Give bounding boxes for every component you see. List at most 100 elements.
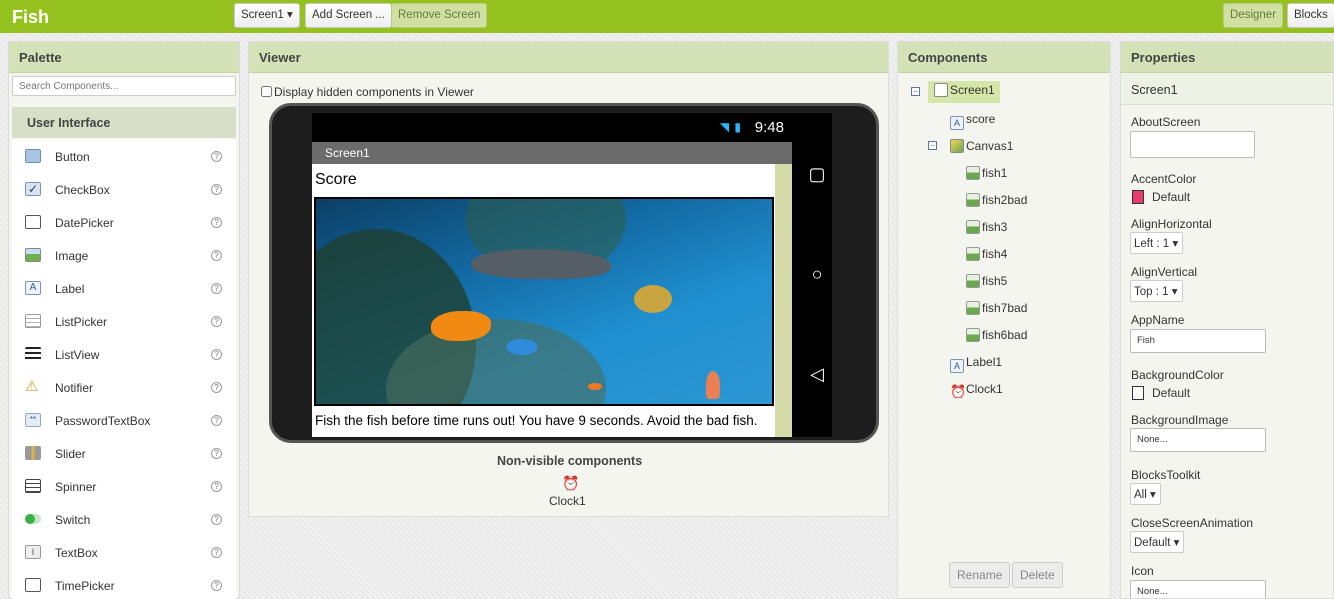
listpicker-icon xyxy=(25,314,41,328)
tree-item-fish6bad[interactable]: fish6bad xyxy=(966,328,1027,350)
rename-button[interactable]: Rename xyxy=(949,562,1011,588)
goldfish-sprite[interactable] xyxy=(431,311,491,341)
canvas1[interactable] xyxy=(314,197,774,406)
palette-item-listpicker[interactable]: ListPicker ? xyxy=(12,304,236,337)
help-icon[interactable]: ? xyxy=(211,580,222,591)
help-icon[interactable]: ? xyxy=(211,349,222,360)
tree-item-label: Canvas1 xyxy=(966,139,1014,153)
tree-item-canvas1[interactable]: Canvas1 xyxy=(950,139,1013,161)
palette-item-passwordtextbox[interactable]: ** PasswordTextBox ? xyxy=(12,403,236,436)
palette-item-label[interactable]: A Label ? xyxy=(12,271,236,304)
add-screen-button[interactable]: Add Screen ... xyxy=(305,3,392,28)
tree-item-fish7bad[interactable]: fish7bad xyxy=(966,301,1027,323)
closescreenanimation-select[interactable]: Default ▾ xyxy=(1130,531,1185,553)
tree-item-label: score xyxy=(966,112,996,126)
palette-item-listview[interactable]: ListView ? xyxy=(12,337,236,370)
status-time: 9:48 xyxy=(754,119,784,136)
components-title: Components xyxy=(898,42,1110,73)
palette-item-textbox[interactable]: I TextBox ? xyxy=(12,535,236,568)
nonvisible-components-title: Non-visible components xyxy=(497,454,643,468)
display-hidden-checkbox[interactable]: Display hidden components in Viewer xyxy=(261,85,474,99)
help-icon[interactable]: ? xyxy=(211,415,222,426)
palette-item-button[interactable]: Button ? xyxy=(12,139,236,172)
jellyfish-sprite[interactable] xyxy=(706,371,720,399)
imagesprite-icon xyxy=(966,193,980,207)
palette-item-label: ListView xyxy=(55,348,100,362)
pufferfish-sprite[interactable] xyxy=(634,285,672,313)
help-icon[interactable]: ? xyxy=(211,547,222,558)
nonvisible-clock-label[interactable]: Clock1 xyxy=(549,494,586,508)
tree-item-fish4[interactable]: fish4 xyxy=(966,247,1007,269)
app-screen-area: Score Fish the fish before time runs out… xyxy=(312,164,792,437)
screen-icon xyxy=(934,83,948,97)
help-icon[interactable]: ? xyxy=(211,151,222,162)
blockstoolkit-select[interactable]: All ▾ xyxy=(1130,483,1161,505)
help-icon[interactable]: ? xyxy=(211,382,222,393)
remove-screen-button[interactable]: Remove Screen xyxy=(391,3,488,28)
palette-item-image[interactable]: Image ? xyxy=(12,238,236,271)
collapse-canvas1-icon[interactable]: − xyxy=(928,141,937,150)
alignvertical-select[interactable]: Top : 1 ▾ xyxy=(1130,280,1183,302)
palette-component-list: Button ? ✓ CheckBox ? DatePicker ? Image… xyxy=(12,139,236,599)
palette-item-label: ListPicker xyxy=(55,315,108,329)
appname-input[interactable]: Fish xyxy=(1130,329,1266,353)
palette-item-timepicker[interactable]: TimePicker ? xyxy=(12,568,236,599)
palette-title: Palette xyxy=(9,42,239,73)
info-label[interactable]: Fish the fish before time runs out! You … xyxy=(315,413,758,428)
notifier-warning-icon: ⚠ xyxy=(25,378,39,395)
user-interface-group-header[interactable]: User Interface xyxy=(12,107,236,138)
tree-item-fish1[interactable]: fish1 xyxy=(966,166,1007,188)
help-icon[interactable]: ? xyxy=(211,316,222,327)
background-color-value[interactable]: Default xyxy=(1152,386,1190,400)
switch-icon xyxy=(25,514,41,524)
palette-item-slider[interactable]: Slider ? xyxy=(12,436,236,469)
palette-item-spinner[interactable]: Spinner ? xyxy=(12,469,236,502)
help-icon[interactable]: ? xyxy=(211,250,222,261)
icon-picker[interactable]: None... xyxy=(1130,580,1266,598)
tree-item-fish3[interactable]: fish3 xyxy=(966,220,1007,242)
tree-item-clock1[interactable]: ⏰Clock1 xyxy=(950,382,1003,404)
delete-button[interactable]: Delete xyxy=(1012,562,1063,588)
aboutscreen-textarea[interactable] xyxy=(1130,131,1255,158)
tree-item-fish2bad[interactable]: fish2bad xyxy=(966,193,1027,215)
palette-item-datepicker[interactable]: DatePicker ? xyxy=(12,205,236,238)
label-icon: A xyxy=(950,359,964,373)
shark-sprite[interactable] xyxy=(471,249,611,279)
accent-color-swatch[interactable] xyxy=(1132,190,1144,204)
help-icon[interactable]: ? xyxy=(211,448,222,459)
score-label[interactable]: Score xyxy=(315,171,357,189)
tree-item-label: fish4 xyxy=(982,247,1008,261)
help-icon[interactable]: ? xyxy=(211,217,222,228)
clownfish-sprite[interactable] xyxy=(588,383,602,390)
screen-title-bar[interactable]: Screen1 xyxy=(312,142,792,164)
listview-icon xyxy=(25,347,41,361)
help-icon[interactable]: ? xyxy=(211,184,222,195)
accent-color-value[interactable]: Default xyxy=(1152,190,1190,204)
help-icon[interactable]: ? xyxy=(211,514,222,525)
tree-item-score[interactable]: Ascore xyxy=(950,112,995,134)
palette-item-notifier[interactable]: ⚠ Notifier ? xyxy=(12,370,236,403)
display-hidden-checkbox-input[interactable] xyxy=(261,86,272,97)
search-components-input[interactable] xyxy=(12,76,236,96)
blue-tang-sprite[interactable] xyxy=(506,339,538,355)
tree-item-fish5[interactable]: fish5 xyxy=(966,274,1007,296)
tree-item-label: Screen1 xyxy=(950,83,995,97)
tree-item-screen1[interactable]: Screen1 xyxy=(928,81,1000,103)
palette-panel: Palette User Interface Button ? ✓ CheckB… xyxy=(8,41,240,599)
palette-item-switch[interactable]: Switch ? xyxy=(12,502,236,535)
back-nav-icon: ◁ xyxy=(810,364,824,384)
backgroundimage-picker[interactable]: None... xyxy=(1130,428,1266,452)
spinner-icon xyxy=(25,479,41,493)
textbox-icon: I xyxy=(25,545,41,559)
help-icon[interactable]: ? xyxy=(211,283,222,294)
help-icon[interactable]: ? xyxy=(211,481,222,492)
collapse-screen1-icon[interactable]: − xyxy=(911,87,920,96)
clock-icon[interactable]: ⏰ xyxy=(562,475,579,492)
background-color-swatch[interactable] xyxy=(1132,386,1144,400)
palette-item-checkbox[interactable]: ✓ CheckBox ? xyxy=(12,172,236,205)
tree-item-label1[interactable]: A Label1 xyxy=(950,355,1002,377)
designer-button[interactable]: Designer xyxy=(1223,3,1284,28)
screen-select-dropdown[interactable]: Screen1 ▾ xyxy=(234,3,300,28)
alignhorizontal-select[interactable]: Left : 1 ▾ xyxy=(1130,232,1184,254)
blocks-button[interactable]: Blocks xyxy=(1287,3,1334,28)
